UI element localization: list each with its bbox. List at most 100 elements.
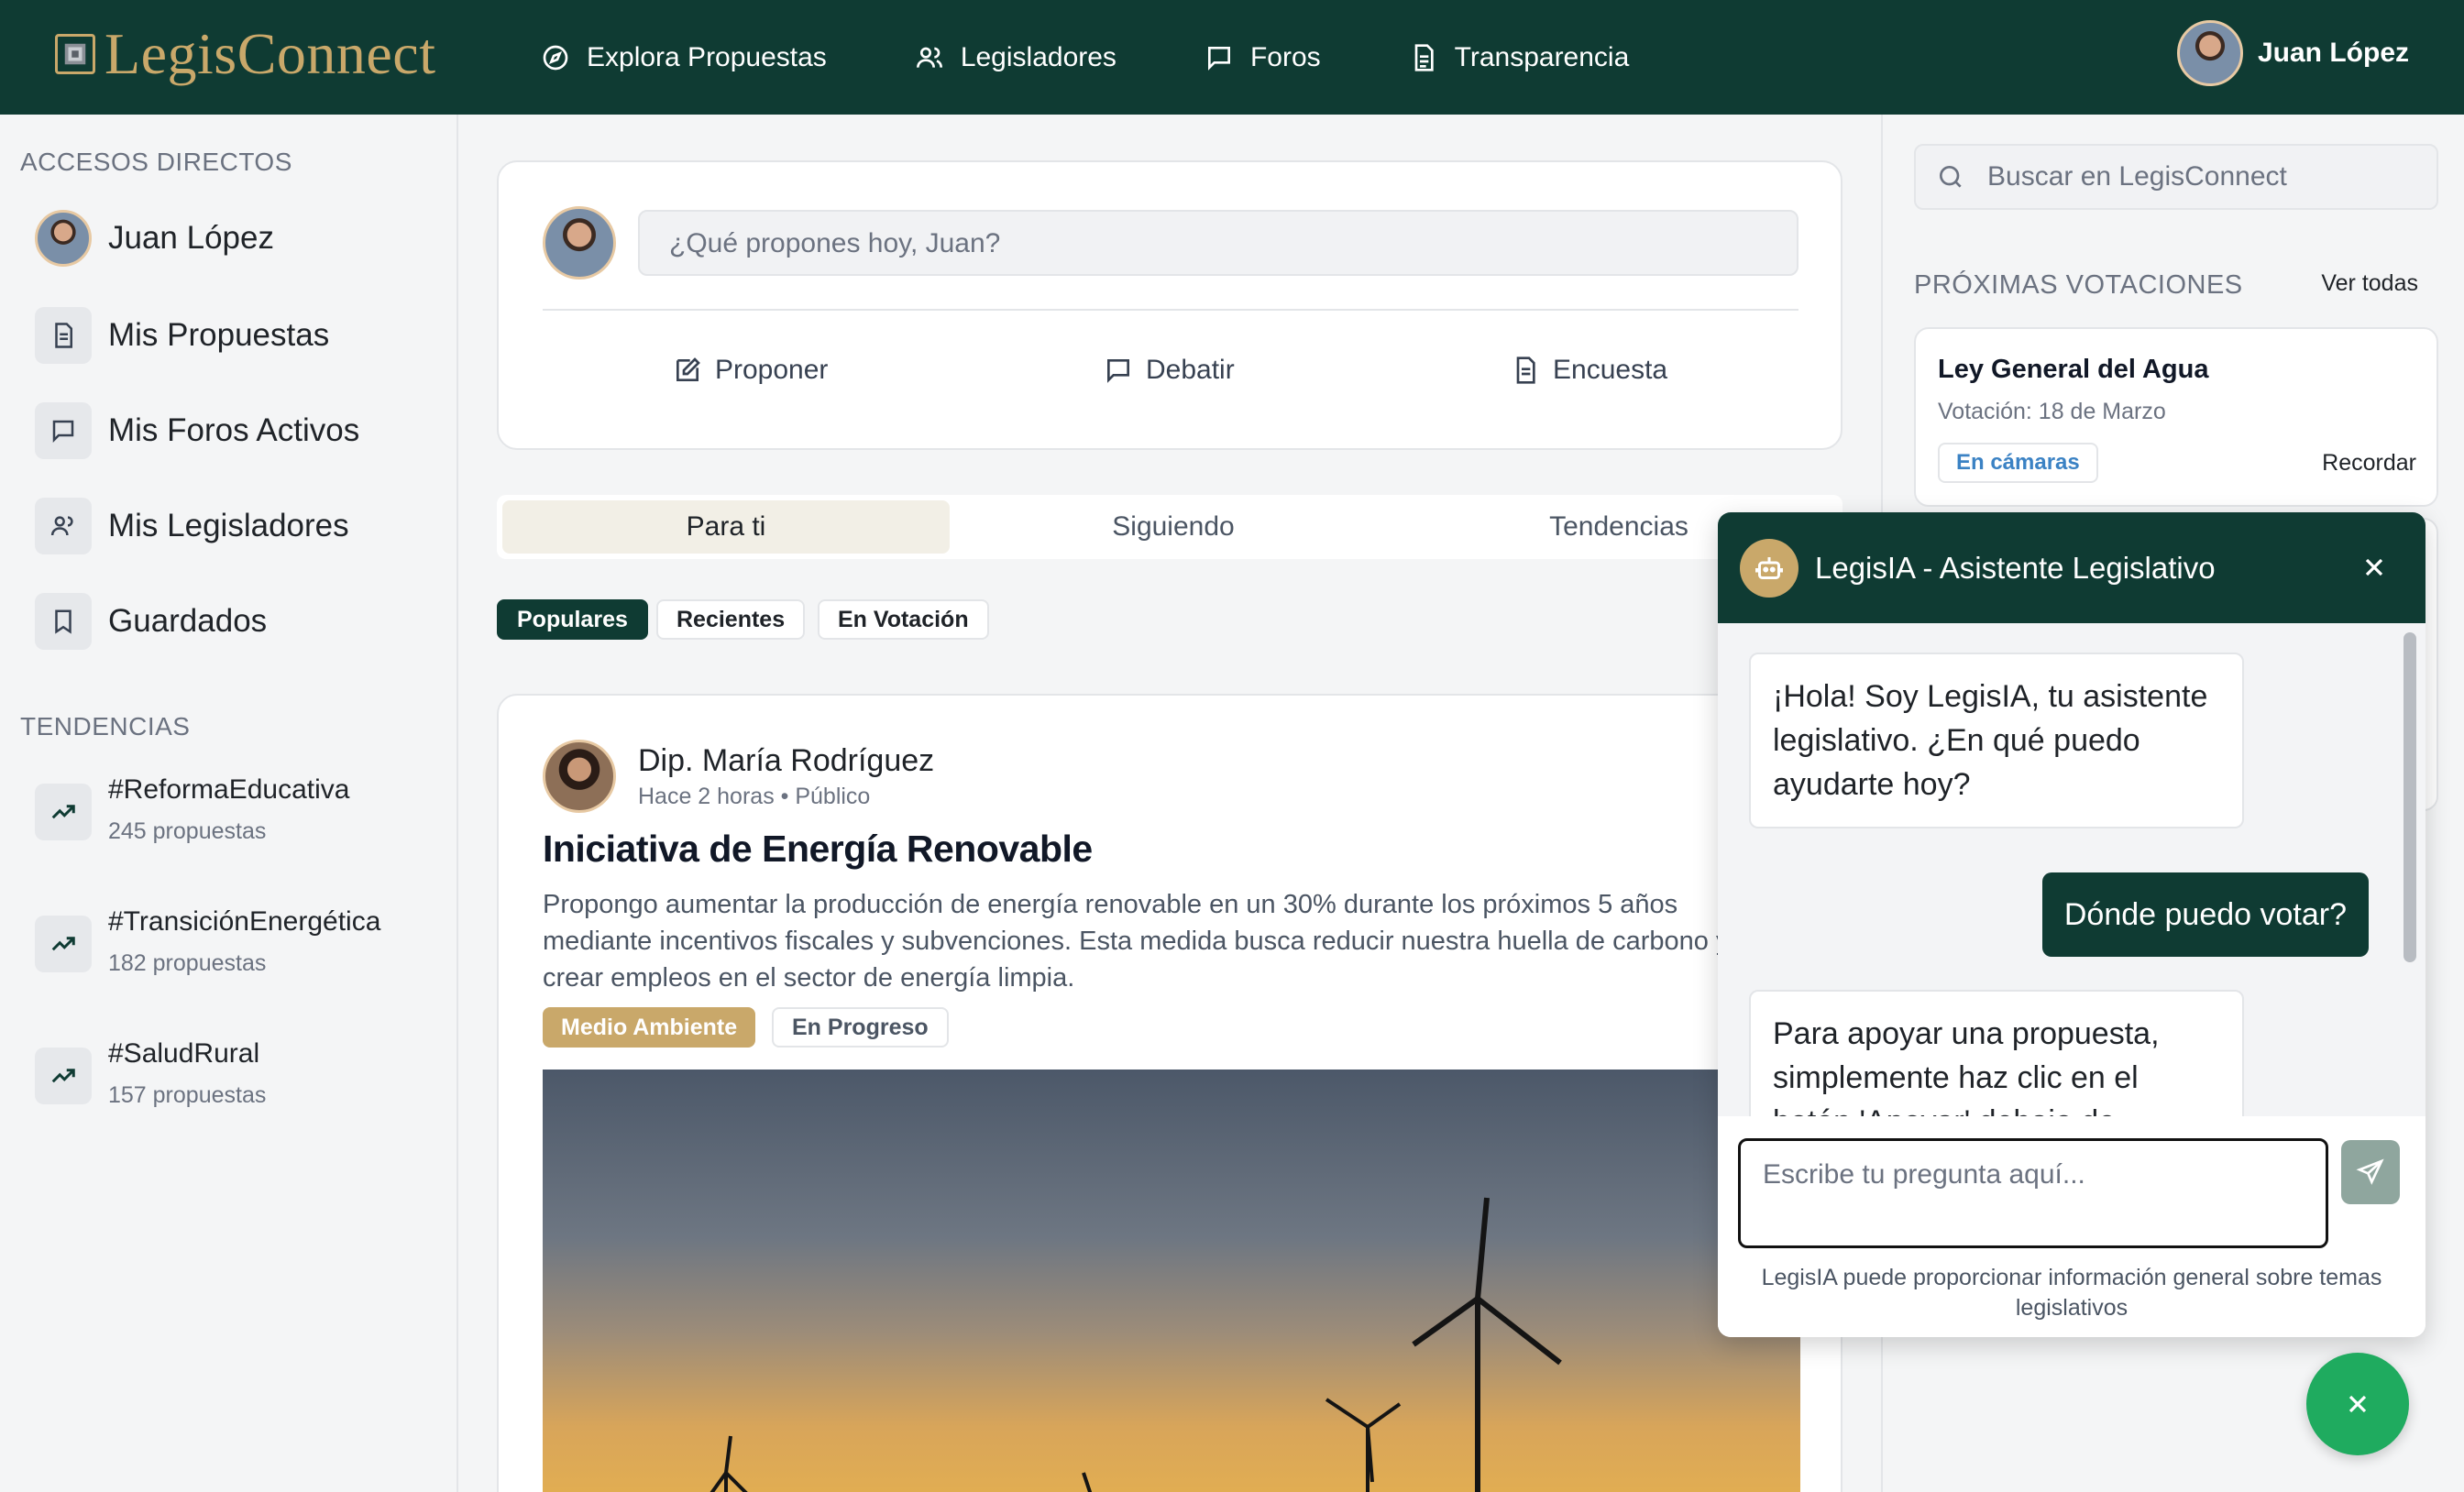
proponer-button[interactable]: Proponer (673, 355, 828, 386)
close-icon[interactable] (2360, 553, 2389, 582)
encuesta-button[interactable]: Encuesta (1511, 355, 1667, 386)
trending-up-icon (35, 784, 92, 840)
action-label: Encuesta (1553, 355, 1668, 385)
send-button[interactable] (2341, 1140, 2400, 1204)
sidebar-item-profile[interactable]: Juan López (35, 210, 274, 267)
robot-icon (1740, 538, 1798, 598)
votes-title: PRÓXIMAS VOTACIONES (1914, 270, 2243, 300)
sidebar-item-mis-legisladores[interactable]: Mis Legisladores (35, 498, 349, 554)
composer-input[interactable]: ¿Qué propones hoy, Juan? (638, 210, 1798, 276)
filter-recientes[interactable]: Recientes (656, 599, 806, 640)
trend-tag: #ReformaEducativa (108, 774, 350, 805)
compass-icon (543, 45, 568, 70)
trending-up-icon (35, 916, 92, 972)
filter-populares[interactable]: Populares (497, 599, 648, 640)
chat-icon (35, 402, 92, 459)
trending-up-icon (35, 1048, 92, 1104)
logo-emblem-icon (55, 34, 95, 74)
search-input[interactable]: Buscar en LegisConnect (1914, 144, 2438, 210)
sidebar-item-guardados[interactable]: Guardados (35, 593, 267, 650)
nav-explora-propuestas[interactable]: Explora Propuestas (541, 42, 827, 73)
trend-count: 245 propuestas (108, 818, 267, 844)
nav-label: Foros (1249, 41, 1321, 72)
chat-disclaimer: LegisIA puede proporcionar información g… (1761, 1265, 2382, 1321)
user-name: Juan López (2257, 38, 2409, 68)
tab-siguiendo[interactable]: Siguiendo (950, 500, 1397, 554)
chat-panel: LegisIA - Asistente Legislativo ¡Hola! S… (1718, 512, 2426, 1337)
sidebar-item-label: Mis Foros Activos (108, 412, 360, 448)
sidebar-item-mis-propuestas[interactable]: Mis Propuestas (35, 307, 329, 364)
users-icon (916, 47, 942, 68)
nav-transparencia[interactable]: Transparencia (1409, 41, 1630, 73)
close-icon (2348, 1395, 2367, 1413)
trends-title: TENDENCIAS (20, 712, 191, 741)
vote-date: Votación: 18 de Marzo (1938, 399, 2166, 424)
trend-item[interactable]: #TransiciónEnergética 182 propuestas (35, 906, 380, 977)
trend-tag: #TransiciónEnergética (108, 906, 381, 937)
left-sidebar: ACCESOS DIRECTOS Juan López Mis Propuest… (0, 115, 458, 1492)
vote-card[interactable]: Ley General del Agua Votación: 18 de Mar… (1914, 327, 2438, 507)
search-placeholder: Buscar en LegisConnect (1987, 161, 2287, 192)
post-card: Dip. María Rodríguez Hace 2 horas • Públ… (497, 694, 1842, 1492)
user-menu[interactable]: Juan López (2176, 20, 2409, 86)
chat-toggle-button[interactable] (2306, 1353, 2409, 1455)
filter-en-votacion[interactable]: En Votación (818, 599, 989, 640)
sidebar-item-label: Juan López (108, 220, 274, 256)
sidebar-item-mis-foros[interactable]: Mis Foros Activos (35, 402, 359, 459)
document-icon (1516, 357, 1535, 384)
chat-scrollbar[interactable] (2404, 632, 2416, 962)
ver-todas-link[interactable]: Ver todas (2321, 270, 2418, 297)
logo[interactable]: LegisConnect (55, 20, 435, 88)
search-icon (1940, 166, 1962, 188)
nav-label: Explora Propuestas (587, 41, 827, 72)
chat-title: LegisIA - Asistente Legislativo (1815, 550, 2216, 585)
chat-icon (1107, 359, 1129, 383)
tab-para-ti[interactable]: Para ti (502, 500, 950, 554)
bookmark-icon (35, 593, 92, 650)
chat-icon (1207, 46, 1230, 71)
chat-message-bot: ¡Hola! Soy LegisIA, tu asistente legisla… (1749, 653, 2244, 828)
avatar[interactable] (543, 740, 616, 813)
tag-medio-ambiente[interactable]: Medio Ambiente (543, 1007, 756, 1048)
debatir-button[interactable]: Debatir (1104, 355, 1235, 386)
status-badge: En cámaras (1938, 443, 2098, 483)
trend-count: 157 propuestas (108, 1082, 267, 1108)
recordar-button[interactable]: Recordar (2322, 450, 2416, 477)
trend-count: 182 propuestas (108, 950, 267, 976)
action-label: Debatir (1146, 355, 1235, 385)
chat-messages[interactable]: ¡Hola! Soy LegisIA, tu asistente legisla… (1718, 623, 2426, 1116)
feed-tabs: Para ti Siguiendo Tendencias (497, 495, 1842, 559)
sidebar-item-label: Mis Legisladores (108, 508, 349, 543)
post-meta: Hace 2 horas • Público (638, 784, 871, 809)
post-title[interactable]: Iniciativa de Energía Renovable (543, 828, 1093, 871)
top-navigation-bar: LegisConnect Explora Propuestas Legislad… (0, 0, 2464, 115)
nav-legisladores[interactable]: Legisladores (915, 42, 1116, 73)
action-label: Proponer (715, 355, 829, 385)
nav-foros[interactable]: Foros (1204, 42, 1321, 73)
chat-message-user: Dónde puedo votar? (2041, 872, 2369, 957)
post-image-wind-turbines (543, 1070, 1800, 1492)
sidebar-item-label: Guardados (108, 603, 268, 639)
edit-icon (676, 357, 700, 381)
chat-footer: Escribe tu pregunta aquí... LegisIA pued… (1718, 1116, 2426, 1337)
divider (543, 309, 1798, 311)
vote-name: Ley General del Agua (1938, 355, 2209, 384)
main-nav: Explora Propuestas Legisladores Foros Tr… (541, 0, 1717, 115)
trend-item[interactable]: #SaludRural 157 propuestas (35, 1038, 266, 1109)
post-author[interactable]: Dip. María Rodríguez (638, 743, 934, 779)
document-icon (35, 307, 92, 364)
logo-text: LegisConnect (104, 21, 436, 86)
send-icon (2356, 1158, 2384, 1185)
avatar (2176, 20, 2243, 86)
trend-item[interactable]: #ReformaEducativa 245 propuestas (35, 774, 349, 845)
status-badge: En Progreso (772, 1007, 949, 1048)
chat-header: LegisIA - Asistente Legislativo (1718, 512, 2426, 623)
avatar (35, 210, 92, 267)
chat-message-bot: Para apoyar una propuesta, simplemente h… (1749, 990, 2244, 1116)
sidebar-item-label: Mis Propuestas (108, 317, 330, 353)
chat-input[interactable]: Escribe tu pregunta aquí... (1738, 1138, 2328, 1248)
nav-label: Transparencia (1454, 41, 1630, 72)
post-composer: ¿Qué propones hoy, Juan? Proponer Debati… (497, 160, 1842, 450)
avatar (543, 206, 616, 280)
shortcuts-title: ACCESOS DIRECTOS (20, 148, 292, 176)
